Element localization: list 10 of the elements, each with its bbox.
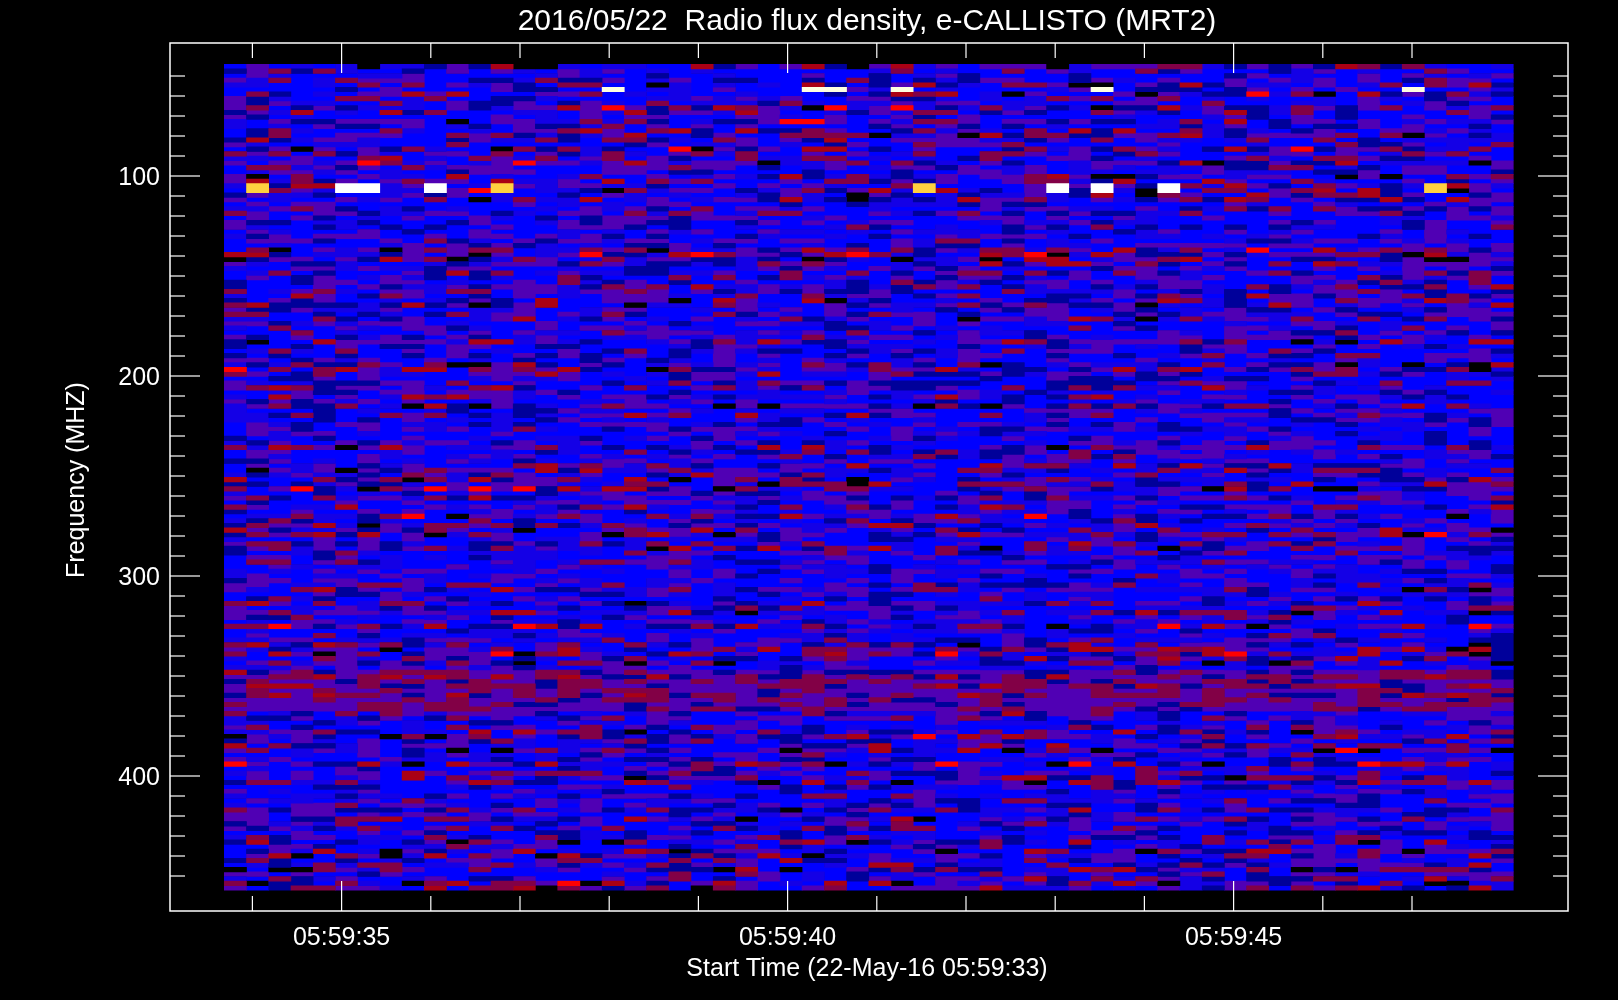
- y-tick-label: 400: [118, 762, 160, 790]
- chart-title: 2016/05/22 Radio flux density, e-CALLISTO (MRT2): [517, 3, 1217, 36]
- x-tick-label: 05:59:35: [292, 922, 391, 950]
- y-tick-label: 300: [118, 562, 160, 590]
- y-tick-label: 100: [118, 162, 160, 190]
- x-axis-label: Start Time (22-May-16 05:59:33): [686, 953, 1048, 981]
- x-tick-label: 05:59:45: [1184, 922, 1283, 950]
- x-tick-label: 05:59:40: [738, 922, 837, 950]
- y-axis-label: Frequency (MHZ): [61, 382, 89, 578]
- y-tick-label: 200: [118, 362, 160, 390]
